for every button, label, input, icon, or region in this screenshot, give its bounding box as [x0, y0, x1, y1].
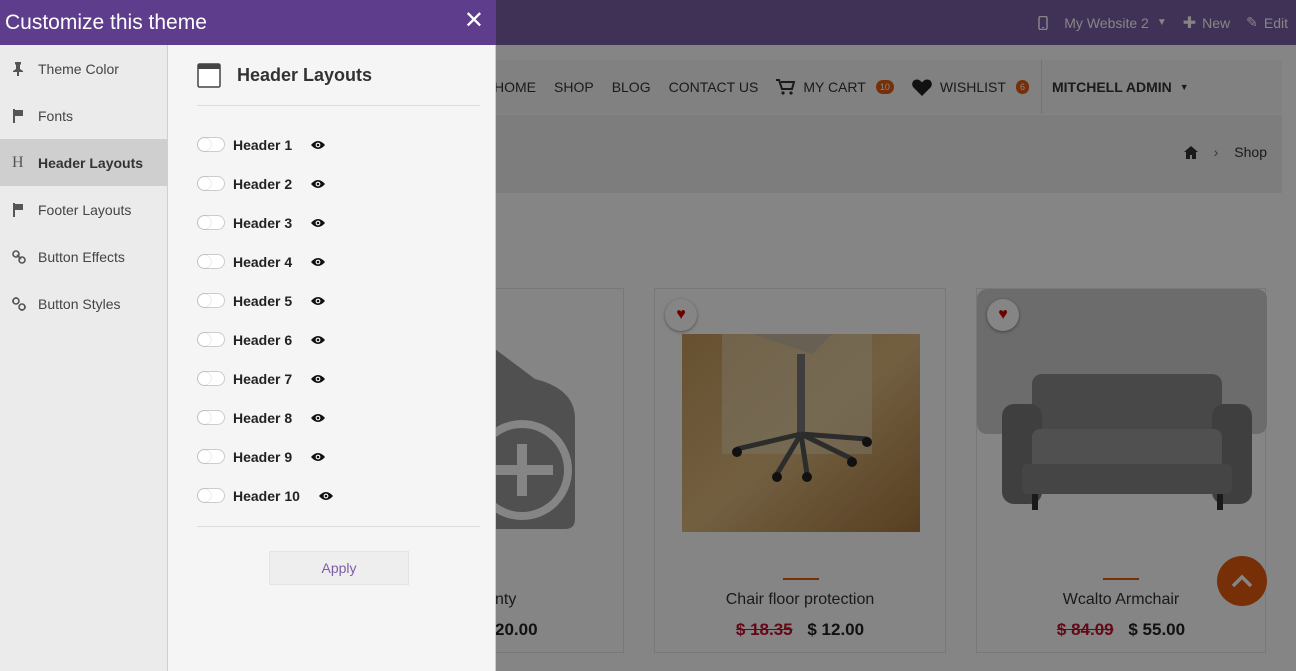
eye-icon[interactable] — [311, 179, 325, 189]
header-option-label: Header 8 — [233, 409, 293, 426]
sidebar-item-label: Footer Layouts — [38, 201, 132, 218]
header-option: Header 7 — [197, 359, 333, 398]
eye-icon[interactable] — [311, 413, 325, 423]
header-option: Header 6 — [197, 320, 333, 359]
header-toggle[interactable] — [197, 488, 225, 503]
header-option-label: Header 1 — [233, 136, 293, 153]
header-toggle[interactable] — [197, 449, 225, 464]
header-option-label: Header 9 — [233, 448, 293, 465]
header-toggle[interactable] — [197, 293, 225, 308]
panel-title: Customize this theme — [5, 11, 207, 34]
header-toggle[interactable] — [197, 410, 225, 425]
eye-icon[interactable] — [311, 335, 325, 345]
sidebar-item-label: Fonts — [38, 107, 74, 124]
sidebar-item-theme-color[interactable]: Theme Color — [0, 45, 167, 92]
section-header: Header Layouts — [197, 63, 480, 106]
header-layout-list: Header 1 Header 2 Header 3 Header 4 Head — [197, 125, 333, 515]
header-layouts-section: Header Layouts Header 1 Header 2 Header … — [169, 45, 495, 671]
header-option: Header 8 — [197, 398, 333, 437]
apply-button[interactable]: Apply — [269, 551, 409, 585]
panel-header: Customize this theme ✕ — [0, 0, 496, 45]
sidebar-item-footer-layouts[interactable]: Footer Layouts — [0, 186, 167, 233]
link-icon — [12, 249, 38, 264]
header-option-label: Header 4 — [233, 253, 293, 270]
header-toggle[interactable] — [197, 215, 225, 230]
eye-icon[interactable] — [311, 140, 325, 150]
header-toggle[interactable] — [197, 371, 225, 386]
flag-icon — [12, 202, 38, 217]
section-title: Header Layouts — [237, 65, 373, 85]
header-toggle[interactable] — [197, 176, 225, 191]
header-toggle[interactable] — [197, 137, 225, 152]
header-option: Header 10 — [197, 476, 333, 515]
sidebar-item-button-styles[interactable]: Button Styles — [0, 280, 167, 327]
header-toggle[interactable] — [197, 332, 225, 347]
header-option-label: Header 2 — [233, 175, 293, 192]
header-option-label: Header 10 — [233, 487, 300, 504]
header-option-label: Header 6 — [233, 331, 293, 348]
header-option: Header 1 — [197, 125, 333, 164]
header-option: Header 5 — [197, 281, 333, 320]
eye-icon[interactable] — [311, 374, 325, 384]
sidebar-item-header-layouts[interactable]: H Header Layouts — [0, 139, 167, 186]
eye-icon[interactable] — [311, 218, 325, 228]
unlink-icon — [12, 296, 38, 311]
sidebar-item-label: Header Layouts — [38, 154, 144, 171]
sidebar-item-label: Button Styles — [38, 295, 121, 312]
sidebar-item-button-effects[interactable]: Button Effects — [0, 233, 167, 280]
customizer-sidebar: Theme Color Fonts H Header Layouts Foote… — [0, 45, 168, 671]
header-option-label: Header 3 — [233, 214, 293, 231]
header-toggle[interactable] — [197, 254, 225, 269]
browser-window-icon — [197, 63, 221, 88]
heading-icon: H — [12, 153, 24, 171]
eye-icon[interactable] — [311, 257, 325, 267]
customize-theme-panel: Customize this theme ✕ Theme Color Fonts… — [0, 0, 496, 671]
header-option-label: Header 5 — [233, 292, 293, 309]
header-option: Header 3 — [197, 203, 333, 242]
flag-icon — [12, 108, 38, 123]
sidebar-item-fonts[interactable]: Fonts — [0, 92, 167, 139]
eye-icon[interactable] — [311, 452, 325, 462]
header-option: Header 9 — [197, 437, 333, 476]
header-option-label: Header 7 — [233, 370, 293, 387]
sidebar-item-label: Theme Color — [38, 60, 119, 77]
sidebar-item-label: Button Effects — [38, 248, 125, 265]
close-icon[interactable]: ✕ — [464, 9, 484, 33]
eye-icon[interactable] — [319, 491, 333, 501]
eye-icon[interactable] — [311, 296, 325, 306]
header-option: Header 2 — [197, 164, 333, 203]
pin-icon — [12, 61, 38, 76]
header-option: Header 4 — [197, 242, 333, 281]
divider — [197, 526, 480, 527]
